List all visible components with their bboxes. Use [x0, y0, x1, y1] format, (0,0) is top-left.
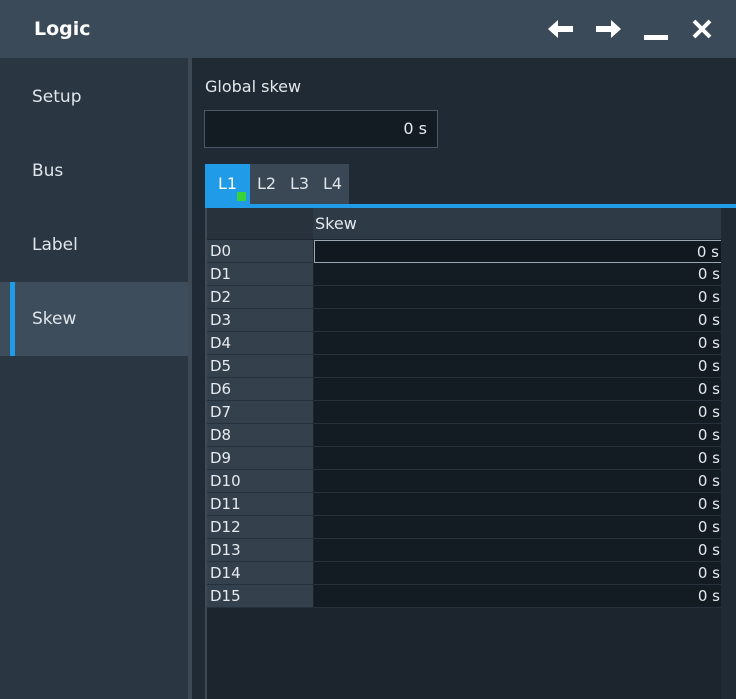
sidebar-item-skew[interactable]: Skew — [0, 282, 188, 356]
table-row: D11 0 s — [207, 493, 723, 516]
channel-label: D12 — [207, 516, 313, 539]
table-row: D10 0 s — [207, 470, 723, 493]
sidebar-item-setup[interactable]: Setup — [0, 60, 188, 134]
table-row: D9 0 s — [207, 447, 723, 470]
skew-value-input[interactable]: 0 s — [314, 447, 723, 470]
skew-column-header: Skew — [315, 214, 357, 233]
skew-value-input[interactable]: 0 s — [314, 562, 723, 585]
skew-value-input[interactable]: 0 s — [314, 585, 723, 608]
channel-label: D2 — [207, 286, 313, 309]
channel-label: D11 — [207, 493, 313, 516]
channel-label: D7 — [207, 401, 313, 424]
channel-label: D10 — [207, 470, 313, 493]
table-row: D3 0 s — [207, 309, 723, 332]
tab-l4[interactable]: L4 — [316, 164, 349, 204]
table-row: D7 0 s — [207, 401, 723, 424]
channel-label: D0 — [207, 240, 313, 263]
skew-value-input[interactable]: 0 s — [314, 493, 723, 516]
sidebar-item-label: Setup — [32, 87, 82, 107]
table-row: D12 0 s — [207, 516, 723, 539]
table-row: D14 0 s — [207, 562, 723, 585]
table-row: D13 0 s — [207, 539, 723, 562]
forward-button[interactable] — [588, 9, 628, 49]
table-header: Skew — [207, 208, 723, 239]
skew-value-input[interactable]: 0 s — [314, 309, 723, 332]
tab-l1[interactable]: L1 — [205, 164, 250, 204]
table-header-corner — [207, 208, 313, 239]
tab-label: L2 — [256, 174, 277, 193]
channel-label: D14 — [207, 562, 313, 585]
table-row: D6 0 s — [207, 378, 723, 401]
skew-value-input[interactable]: 0 s — [314, 516, 723, 539]
skew-value-input[interactable]: 0 s — [314, 424, 723, 447]
sidebar-item-label[interactable]: Label — [0, 208, 188, 282]
minimize-button[interactable] — [636, 9, 676, 49]
tab-l3[interactable]: L3 — [283, 164, 316, 204]
channel-label: D6 — [207, 378, 313, 401]
table-row: D1 0 s — [207, 263, 723, 286]
channel-label: D1 — [207, 263, 313, 286]
title-bar: Logic — [0, 0, 736, 58]
window-title: Logic — [34, 18, 91, 40]
back-button[interactable] — [541, 9, 581, 49]
channel-label: D8 — [207, 424, 313, 447]
skew-panel: Global skew 0 s L1 L2 L3 L4 Skew D0 0 s D1… — [192, 58, 736, 699]
arrow-left-icon — [548, 20, 573, 38]
scrollbar[interactable] — [721, 208, 736, 699]
skew-value-input[interactable]: 0 s — [314, 332, 723, 355]
skew-value-input[interactable]: 0 s — [314, 355, 723, 378]
table-row: D5 0 s — [207, 355, 723, 378]
skew-table: Skew D0 0 s D1 0 s D2 0 s D3 0 s D4 0 s D5 0 s D6 0 s… — [205, 208, 736, 699]
table-row: D0 0 s — [207, 240, 723, 263]
tab-l2[interactable]: L2 — [250, 164, 283, 204]
skew-value-input[interactable]: 0 s — [314, 539, 723, 562]
table-row: D2 0 s — [207, 286, 723, 309]
channel-label: D9 — [207, 447, 313, 470]
sidebar-item-label: Skew — [32, 309, 77, 329]
skew-value-input[interactable]: 0 s — [314, 378, 723, 401]
active-indicator-dot — [237, 192, 246, 201]
minimize-icon — [644, 35, 668, 40]
global-skew-input[interactable]: 0 s — [204, 110, 438, 148]
sidebar-item-bus[interactable]: Bus — [0, 134, 188, 208]
channel-label: D4 — [207, 332, 313, 355]
channel-label: D15 — [207, 585, 313, 608]
global-skew-label: Global skew — [205, 77, 302, 96]
sidebar: Setup Bus Label Skew — [0, 58, 188, 699]
tab-label: L3 — [289, 174, 310, 193]
close-button[interactable] — [682, 9, 722, 49]
skew-value-input[interactable]: 0 s — [314, 263, 723, 286]
tab-label: L1 — [217, 174, 238, 193]
close-icon — [692, 19, 712, 39]
skew-value-input[interactable]: 0 s — [314, 240, 723, 263]
table-row: D8 0 s — [207, 424, 723, 447]
logic-group-tabs: L1 L2 L3 L4 — [205, 164, 349, 204]
table-row: D4 0 s — [207, 332, 723, 355]
channel-label: D13 — [207, 539, 313, 562]
table-row: D15 0 s — [207, 585, 723, 608]
sidebar-item-label-text: Label — [32, 235, 78, 255]
channel-label: D3 — [207, 309, 313, 332]
skew-value-input[interactable]: 0 s — [314, 286, 723, 309]
tab-label: L4 — [322, 174, 343, 193]
skew-value-input[interactable]: 0 s — [314, 401, 723, 424]
skew-value-input[interactable]: 0 s — [314, 470, 723, 493]
arrow-right-icon — [596, 20, 621, 38]
sidebar-item-label: Bus — [32, 161, 64, 181]
channel-label: D5 — [207, 355, 313, 378]
